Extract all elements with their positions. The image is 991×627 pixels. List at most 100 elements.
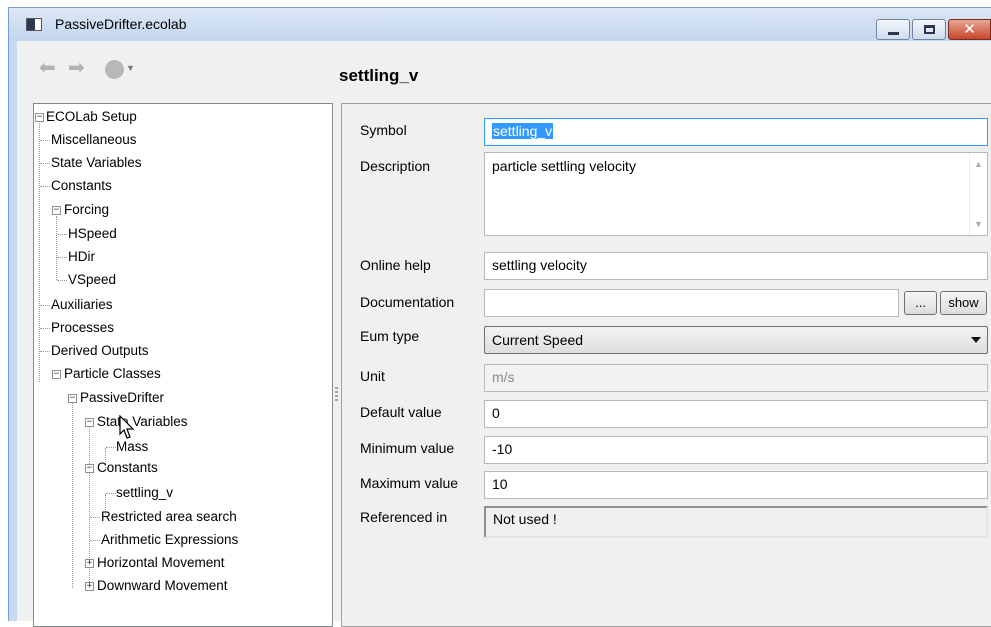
maximize-icon: [924, 25, 935, 34]
tree-item-vspeed[interactable]: VSpeed: [68, 270, 116, 290]
description-value: particle settling velocity: [492, 158, 636, 174]
tree-item-label: PassiveDrifter: [80, 390, 165, 405]
close-button[interactable]: ✕: [948, 19, 991, 40]
referenced-in-value: Not used !: [493, 511, 557, 527]
tree-item-miscellaneous[interactable]: Miscellaneous: [51, 130, 137, 150]
tree-item-label: Constants: [51, 178, 112, 193]
unit-label: Unit: [360, 368, 385, 384]
tree-item-particle-state-variables[interactable]: State Variables: [97, 412, 188, 432]
tree-item-label: Horizontal Movement: [97, 555, 225, 570]
documentation-field[interactable]: [484, 289, 899, 317]
tree-line: [106, 493, 116, 494]
symbol-field[interactable]: settling_v: [484, 118, 988, 146]
forward-arrow-icon[interactable]: ➡: [68, 58, 85, 78]
tree-item-arithmetic-expressions[interactable]: Arithmetic Expressions: [101, 530, 238, 550]
collapse-icon[interactable]: −: [68, 394, 77, 403]
minimum-value-label: Minimum value: [360, 440, 455, 456]
tree-line: [40, 328, 50, 329]
tree-line: [40, 140, 50, 141]
tree-item-particle-classes[interactable]: Particle Classes: [64, 364, 161, 384]
tree-line: [40, 351, 50, 352]
tree-item-label: Downward Movement: [97, 578, 228, 593]
tree-item-auxiliaries[interactable]: Auxiliaries: [51, 295, 113, 315]
tree-line: [57, 234, 67, 235]
tree-item-label: Arithmetic Expressions: [101, 532, 239, 547]
browse-button[interactable]: ...: [904, 291, 937, 315]
tree-line: [56, 216, 57, 280]
tree-item-label: HSpeed: [68, 226, 117, 241]
collapse-icon[interactable]: −: [35, 113, 44, 122]
scroll-up-icon[interactable]: ▲: [974, 159, 983, 169]
collapse-icon[interactable]: −: [85, 418, 94, 427]
navigation-toolbar: ⬅ ➡ ▼: [17, 41, 329, 101]
description-label: Description: [360, 158, 431, 174]
online-help-label: Online help: [360, 257, 431, 273]
minimize-icon: [888, 32, 899, 35]
page-title: settling_v: [339, 66, 419, 85]
tree-item-passivedrifter[interactable]: PassiveDrifter: [80, 388, 164, 408]
title-bar[interactable]: PassiveDrifter.ecolab ✕: [9, 8, 991, 41]
eum-type-value: Current Speed: [492, 332, 584, 348]
default-value-field[interactable]: 0: [484, 400, 988, 428]
chevron-down-icon[interactable]: ▼: [126, 63, 135, 73]
description-field[interactable]: particle settling velocity ▲ ▼: [484, 152, 988, 236]
tree-item-label: Auxiliaries: [51, 297, 113, 312]
panel-splitter[interactable]: [335, 387, 338, 403]
dropdown-arrow-icon: [971, 337, 981, 343]
eum-type-label: Eum type: [360, 328, 420, 344]
tree-item-downward-movement[interactable]: Downward Movement: [97, 576, 228, 596]
app-window: PassiveDrifter.ecolab ✕ ⬅ ➡ ▼ settling_v: [8, 7, 991, 627]
tree-item-label: ECOLab Setup: [46, 109, 137, 124]
minimize-button[interactable]: [876, 19, 910, 40]
mouse-cursor-icon: [119, 415, 135, 439]
maximize-button[interactable]: [912, 19, 946, 40]
expand-icon[interactable]: +: [85, 582, 94, 591]
tree-item-label: settling_v: [116, 485, 174, 500]
tree-line: [40, 186, 50, 187]
collapse-icon[interactable]: −: [52, 206, 61, 215]
tree-item-derived-outputs[interactable]: Derived Outputs: [51, 341, 149, 361]
collapse-icon[interactable]: −: [52, 370, 61, 379]
tree-item-settling-v[interactable]: settling_v: [116, 483, 173, 503]
referenced-in-field: Not used !: [484, 506, 988, 538]
tree-item-ecolab-setup[interactable]: ECOLab Setup: [46, 107, 137, 127]
maximum-value-label: Maximum value: [360, 475, 459, 491]
expand-icon[interactable]: +: [85, 559, 94, 568]
tree-item-label: State Variables: [51, 155, 142, 170]
minimum-value-field[interactable]: -10: [484, 436, 988, 464]
setup-tree: − − − − − − + + ECOLab Setup Miscellaneo…: [33, 103, 333, 627]
close-icon: ✕: [963, 21, 976, 38]
property-form: Symbol settling_v Description particle s…: [341, 103, 991, 627]
tree-item-forcing[interactable]: Forcing: [64, 200, 109, 220]
tree-item-hdir[interactable]: HDir: [68, 247, 95, 267]
tree-line: [72, 400, 73, 588]
tree-item-horizontal-movement[interactable]: Horizontal Movement: [97, 553, 225, 573]
eum-type-select[interactable]: Current Speed: [484, 326, 988, 354]
scroll-down-icon[interactable]: ▼: [974, 219, 983, 229]
tree-item-constants[interactable]: Constants: [51, 176, 112, 196]
tree-item-label: State Variables: [97, 414, 188, 429]
tree-item-label: Restricted area search: [101, 509, 237, 524]
client-area: ⬅ ➡ ▼ settling_v − − − − − − + + ECOLab …: [17, 41, 991, 627]
description-scrollbar[interactable]: ▲ ▼: [969, 153, 987, 235]
documentation-label: Documentation: [360, 294, 455, 310]
tree-item-restricted-area-search[interactable]: Restricted area search: [101, 507, 237, 527]
tree-item-processes[interactable]: Processes: [51, 318, 114, 338]
maximum-value-field[interactable]: 10: [484, 471, 988, 499]
referenced-in-label: Referenced in: [360, 509, 448, 525]
tree-item-hspeed[interactable]: HSpeed: [68, 224, 117, 244]
tree-line: [106, 447, 116, 448]
default-value: 0: [492, 405, 500, 421]
tree-item-label: Forcing: [64, 202, 110, 217]
tree-item-label: Constants: [97, 460, 158, 475]
online-help-field[interactable]: settling velocity: [484, 252, 988, 280]
back-arrow-icon[interactable]: ⬅: [39, 58, 56, 78]
tree-item-state-variables[interactable]: State Variables: [51, 153, 142, 173]
history-button[interactable]: [105, 60, 124, 79]
collapse-icon[interactable]: −: [85, 464, 94, 473]
tree-item-particle-constants[interactable]: Constants: [97, 458, 158, 478]
tree-item-label: Particle Classes: [64, 366, 161, 381]
show-button[interactable]: show: [940, 291, 987, 315]
symbol-value: settling_v: [492, 123, 554, 139]
tree-line: [39, 118, 40, 382]
